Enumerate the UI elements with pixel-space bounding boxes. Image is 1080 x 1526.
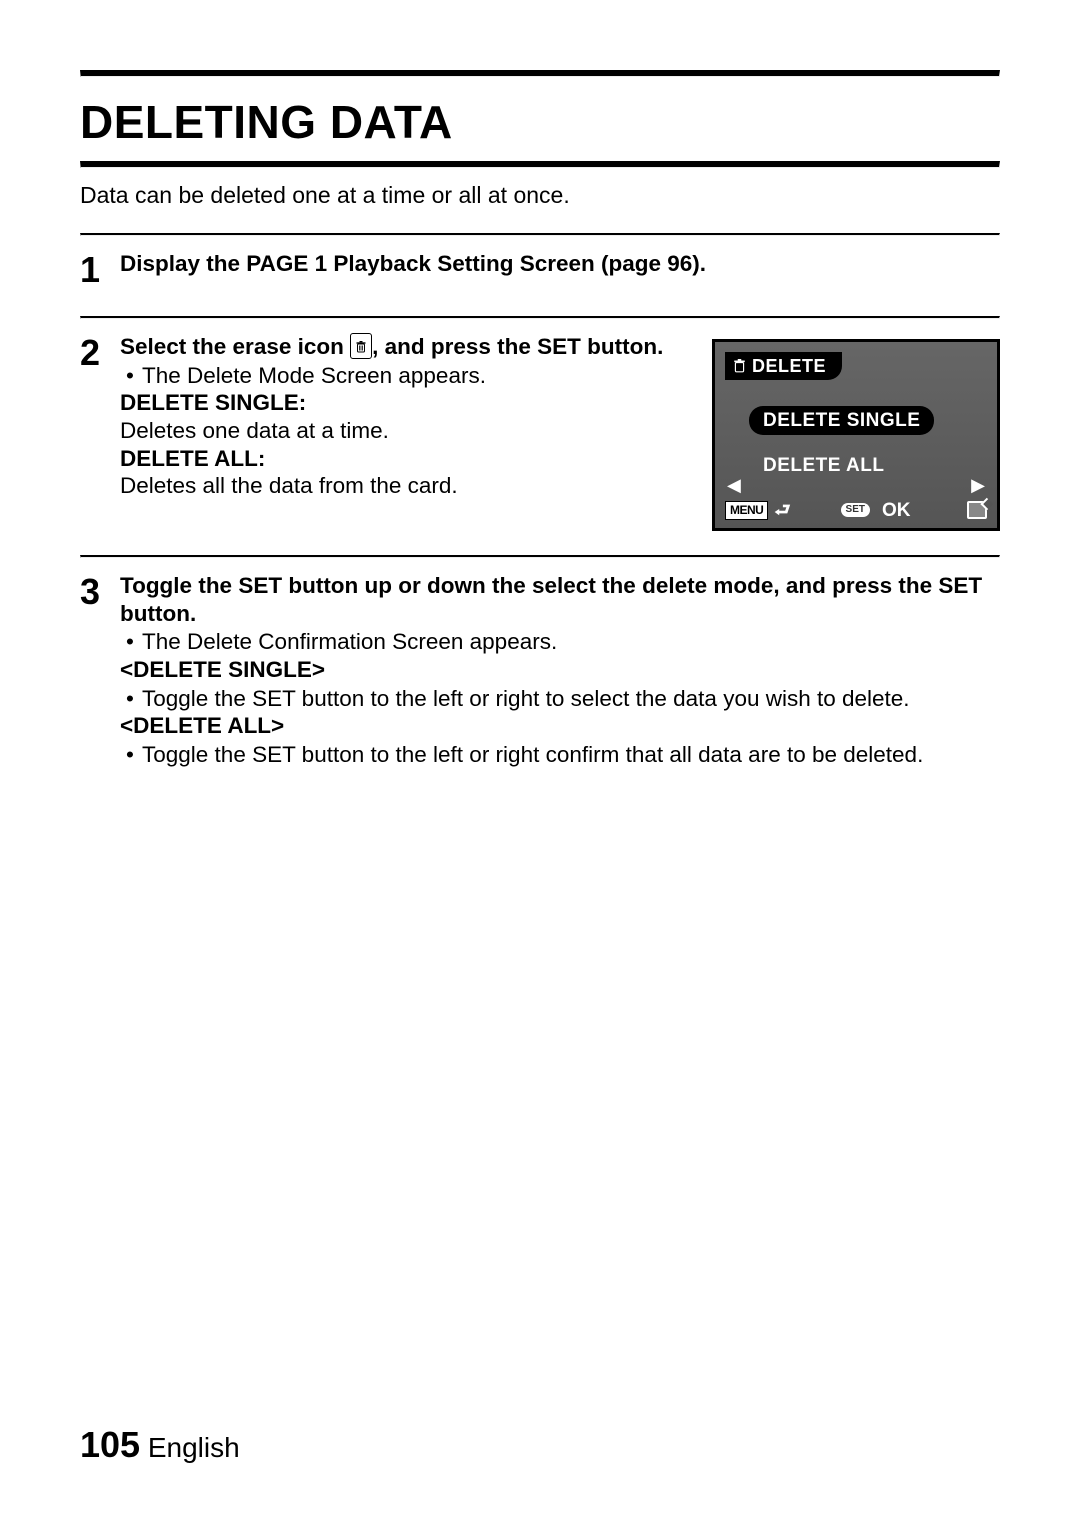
page-footer: 105 English: [80, 1424, 240, 1466]
step-3-lead: Toggle the SET button up or down the sel…: [120, 572, 1000, 627]
delete-all-tag: <DELETE ALL>: [120, 712, 1000, 740]
step-number: 2: [80, 333, 120, 371]
step-divider-1: [80, 233, 1000, 236]
manual-page: DELETING DATA Data can be deleted one at…: [0, 0, 1080, 769]
nav-left-icon[interactable]: ◀: [727, 474, 741, 496]
page-language: English: [148, 1432, 240, 1463]
step-number: 1: [80, 250, 120, 288]
delete-single-label: DELETE SINGLE:: [120, 389, 694, 417]
delete-single-tag: <DELETE SINGLE>: [120, 656, 1000, 684]
step-1-text: Display the PAGE 1 Playback Setting Scre…: [120, 251, 706, 276]
bullet-dot: •: [120, 362, 142, 390]
step-number: 3: [80, 572, 120, 610]
nav-right-icon[interactable]: ▶: [971, 474, 985, 496]
bullet-dot: •: [120, 741, 142, 769]
page-title: DELETING DATA: [80, 95, 1000, 149]
trash-icon: [733, 359, 746, 373]
option-delete-all[interactable]: DELETE ALL: [749, 451, 898, 480]
step-3: 3 Toggle the SET button up or down the s…: [80, 572, 1000, 769]
delete-single-instruction: Toggle the SET button to the left or rig…: [142, 685, 910, 713]
screen-tab: DELETE: [725, 352, 842, 380]
delete-all-instruction: Toggle the SET button to the left or rig…: [142, 741, 923, 769]
bullet-dot: •: [120, 628, 142, 656]
menu-badge[interactable]: MENU: [725, 501, 768, 520]
delete-all-desc: Deletes all the data from the card.: [120, 472, 694, 500]
step-2-bullet: The Delete Mode Screen appears.: [142, 362, 486, 390]
intro-text: Data can be deleted one at a time or all…: [80, 182, 1000, 209]
sdcard-icon: [967, 501, 987, 519]
step-1: 1 Display the PAGE 1 Playback Setting Sc…: [80, 250, 1000, 288]
option-delete-single[interactable]: DELETE SINGLE: [749, 406, 934, 435]
back-arrow-icon: ⮐: [774, 499, 790, 521]
screen-tab-label: DELETE: [752, 355, 826, 377]
step-3-bullet-1: The Delete Confirmation Screen appears.: [142, 628, 557, 656]
step-2-lead-a: Select the erase icon: [120, 334, 350, 359]
ok-label: OK: [882, 499, 911, 522]
camera-screen: DELETE DELETE SINGLE DELETE ALL ◀ ▶ MENU…: [712, 339, 1000, 531]
step-2-text: Select the erase icon , and press the SE…: [120, 333, 694, 500]
step-divider-3: [80, 555, 1000, 558]
set-badge[interactable]: SET: [841, 503, 870, 517]
delete-all-label: DELETE ALL:: [120, 445, 694, 473]
erase-icon: [350, 333, 372, 359]
page-number: 105: [80, 1424, 140, 1465]
title-underline: [80, 161, 1000, 168]
screen-footer: MENU ⮐ SET OK: [715, 499, 997, 522]
delete-single-desc: Deletes one data at a time.: [120, 417, 694, 445]
bullet-dot: •: [120, 685, 142, 713]
trash-icon: [356, 341, 366, 353]
step-divider-2: [80, 316, 1000, 319]
top-rule: [80, 70, 1000, 77]
step-2: 2 Select the erase icon , and press the …: [80, 333, 1000, 531]
step-2-lead-b: , and press the SET button.: [372, 334, 663, 359]
